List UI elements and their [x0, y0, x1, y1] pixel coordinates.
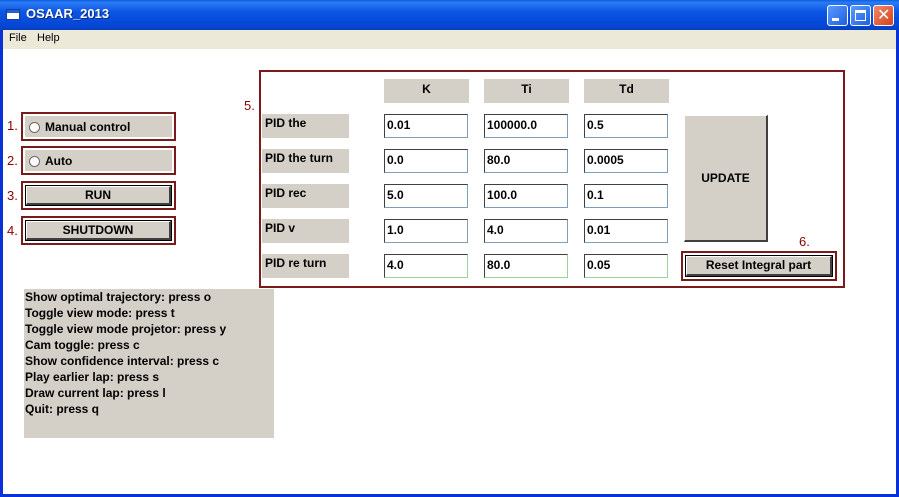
row-label-pid-the-turn: PID the turn [262, 149, 349, 173]
pid-re-turn-td-field[interactable]: 0.05 [584, 254, 668, 278]
pid-the-turn-k-field[interactable]: 0.0 [384, 149, 468, 173]
help-line: Draw current lap: press l [25, 386, 166, 400]
title-bar[interactable]: OSAAR_2013 ✕ [0, 0, 899, 30]
pid-rec-td-field[interactable]: 0.1 [584, 184, 668, 208]
annotation-1: 1. [7, 118, 18, 133]
maximize-icon [855, 10, 866, 21]
annotation-3: 3. [7, 188, 18, 203]
help-line: Play earlier lap: press s [25, 370, 160, 384]
run-button[interactable]: RUN [25, 185, 172, 206]
column-header-k: K [384, 79, 469, 103]
manual-control-frame: Manual control [21, 112, 176, 141]
pid-v-k-field[interactable]: 1.0 [384, 219, 468, 243]
help-line: Quit: press q [25, 402, 100, 416]
annotation-6: 6. [799, 234, 810, 249]
auto-label: Auto [45, 154, 73, 168]
maximize-button[interactable] [850, 5, 871, 26]
pid-the-td-field[interactable]: 0.5 [584, 114, 668, 138]
pid-v-ti-field[interactable]: 4.0 [484, 219, 568, 243]
pid-v-td-field[interactable]: 0.01 [584, 219, 668, 243]
annotation-2: 2. [7, 153, 18, 168]
radio-icon [29, 122, 40, 133]
row-label-pid-rec: PID rec [262, 184, 349, 208]
pid-rec-ti-field[interactable]: 100.0 [484, 184, 568, 208]
reset-integral-button[interactable]: Reset Integral part [685, 255, 833, 277]
update-button[interactable]: UPDATE [684, 115, 768, 242]
manual-control-radio[interactable]: Manual control [25, 116, 172, 137]
radio-icon [29, 156, 40, 167]
menu-bar: File Help [0, 30, 899, 49]
pid-re-turn-k-field[interactable]: 4.0 [384, 254, 468, 278]
row-label-pid-v: PID v [262, 219, 349, 243]
help-line: Toggle view mode projetor: press y [25, 322, 227, 336]
window-app-icon [6, 9, 20, 20]
pid-the-k-field[interactable]: 0.01 [384, 114, 468, 138]
manual-control-label: Manual control [45, 120, 131, 134]
column-header-td: Td [584, 79, 669, 103]
pid-the-ti-field[interactable]: 100000.0 [484, 114, 568, 138]
column-header-ti: Ti [484, 79, 569, 103]
pid-the-turn-ti-field[interactable]: 80.0 [484, 149, 568, 173]
auto-frame: Auto [21, 146, 176, 175]
menu-file[interactable]: File [9, 32, 27, 44]
close-icon: ✕ [877, 5, 891, 24]
window-border-left [0, 30, 3, 497]
row-label-pid-re-turn: PID re turn [262, 254, 349, 278]
minimize-button[interactable] [827, 5, 848, 26]
help-line: Cam toggle: press c [25, 338, 140, 352]
help-line: Show optimal trajectory: press o [25, 290, 212, 304]
reset-frame: Reset Integral part [681, 251, 837, 281]
window-title: OSAAR_2013 [26, 6, 110, 21]
run-frame: RUN [21, 181, 176, 210]
shutdown-frame: SHUTDOWN [21, 216, 176, 245]
pid-rec-k-field[interactable]: 5.0 [384, 184, 468, 208]
close-button[interactable]: ✕ [873, 5, 894, 26]
shutdown-button[interactable]: SHUTDOWN [25, 220, 172, 241]
pid-re-turn-ti-field[interactable]: 80.0 [484, 254, 568, 278]
pid-the-turn-td-field[interactable]: 0.0005 [584, 149, 668, 173]
auto-radio[interactable]: Auto [25, 150, 172, 171]
annotation-5: 5. [244, 98, 255, 113]
help-line: Toggle view mode: press t [25, 306, 175, 320]
menu-help[interactable]: Help [37, 32, 60, 44]
annotation-4: 4. [7, 223, 18, 238]
row-label-pid-the: PID the [262, 114, 349, 138]
app-window: OSAAR_2013 ✕ File Help 1. Manual control… [0, 0, 899, 497]
minimize-icon [832, 18, 839, 21]
help-line: Show confidence interval: press c [25, 354, 220, 368]
key-help-panel: Show optimal trajectory: press o Toggle … [24, 289, 274, 438]
